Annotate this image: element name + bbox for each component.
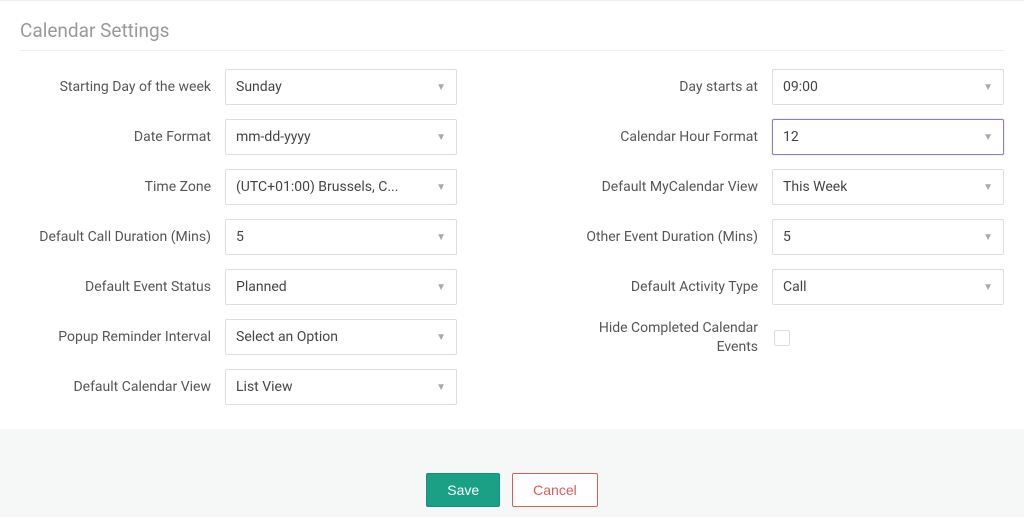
caret-down-icon: ▼ (436, 282, 446, 293)
label-day-starts: Day starts at (567, 78, 772, 97)
label-hide-completed: Hide Completed Calendar Events (567, 319, 772, 357)
select-hour-format[interactable]: 12 ▼ (772, 119, 1004, 155)
select-value: mm-dd-yyyy (236, 129, 311, 145)
caret-down-icon: ▼ (436, 182, 446, 193)
label-starting-day: Starting Day of the week (20, 78, 225, 97)
right-column: Day starts at 09:00 ▼ Calendar Hour Form… (567, 69, 1004, 405)
label-time-zone: Time Zone (20, 178, 225, 197)
caret-down-icon: ▼ (436, 132, 446, 143)
select-date-format[interactable]: mm-dd-yyyy ▼ (225, 119, 457, 155)
caret-down-icon: ▼ (983, 282, 993, 293)
row-hour-format: Calendar Hour Format 12 ▼ (567, 119, 1004, 155)
caret-down-icon: ▼ (983, 132, 993, 143)
checkbox-hide-completed[interactable] (774, 330, 790, 346)
select-value: 5 (783, 229, 791, 245)
select-value: (UTC+01:00) Brussels, C... (236, 179, 398, 195)
select-starting-day[interactable]: Sunday ▼ (225, 69, 457, 105)
row-calendar-view: Default Calendar View List View ▼ (20, 369, 457, 405)
row-day-starts: Day starts at 09:00 ▼ (567, 69, 1004, 105)
caret-down-icon: ▼ (983, 232, 993, 243)
row-starting-day: Starting Day of the week Sunday ▼ (20, 69, 457, 105)
row-event-status: Default Event Status Planned ▼ (20, 269, 457, 305)
footer-actions: Save Cancel (0, 429, 1024, 517)
select-popup-reminder[interactable]: Select an Option ▼ (225, 319, 457, 355)
label-hour-format: Calendar Hour Format (567, 128, 772, 147)
row-mycalendar-view: Default MyCalendar View This Week ▼ (567, 169, 1004, 205)
save-button[interactable]: Save (426, 473, 500, 507)
cancel-button[interactable]: Cancel (512, 473, 598, 507)
caret-down-icon: ▼ (436, 82, 446, 93)
row-time-zone: Time Zone (UTC+01:00) Brussels, C... ▼ (20, 169, 457, 205)
caret-down-icon: ▼ (436, 232, 446, 243)
row-popup-reminder: Popup Reminder Interval Select an Option… (20, 319, 457, 355)
label-other-duration: Other Event Duration (Mins) (567, 228, 772, 247)
select-value: 5 (236, 229, 244, 245)
label-activity-type: Default Activity Type (567, 278, 772, 297)
select-other-duration[interactable]: 5 ▼ (772, 219, 1004, 255)
left-column: Starting Day of the week Sunday ▼ Date F… (20, 69, 457, 405)
select-value: List View (236, 379, 293, 395)
select-value: Select an Option (236, 329, 338, 345)
divider (20, 50, 1004, 51)
select-value: This Week (783, 179, 847, 195)
label-event-status: Default Event Status (20, 278, 225, 297)
select-mycalendar-view[interactable]: This Week ▼ (772, 169, 1004, 205)
form-grid: Starting Day of the week Sunday ▼ Date F… (20, 69, 1004, 429)
label-mycalendar-view: Default MyCalendar View (567, 178, 772, 197)
row-call-duration: Default Call Duration (Mins) 5 ▼ (20, 219, 457, 255)
select-event-status[interactable]: Planned ▼ (225, 269, 457, 305)
select-time-zone[interactable]: (UTC+01:00) Brussels, C... ▼ (225, 169, 457, 205)
row-other-duration: Other Event Duration (Mins) 5 ▼ (567, 219, 1004, 255)
caret-down-icon: ▼ (436, 332, 446, 343)
caret-down-icon: ▼ (983, 182, 993, 193)
label-calendar-view: Default Calendar View (20, 378, 225, 397)
page-title: Calendar Settings (20, 19, 1004, 42)
select-value: 12 (783, 129, 799, 145)
select-calendar-view[interactable]: List View ▼ (225, 369, 457, 405)
row-hide-completed: Hide Completed Calendar Events (567, 319, 1004, 357)
select-call-duration[interactable]: 5 ▼ (225, 219, 457, 255)
select-day-starts[interactable]: 09:00 ▼ (772, 69, 1004, 105)
label-date-format: Date Format (20, 128, 225, 147)
row-date-format: Date Format mm-dd-yyyy ▼ (20, 119, 457, 155)
caret-down-icon: ▼ (436, 382, 446, 393)
select-value: Sunday (236, 79, 282, 95)
settings-panel: Calendar Settings Starting Day of the we… (0, 1, 1024, 429)
label-call-duration: Default Call Duration (Mins) (20, 228, 225, 247)
row-activity-type: Default Activity Type Call ▼ (567, 269, 1004, 305)
select-value: Planned (236, 279, 287, 295)
label-popup-reminder: Popup Reminder Interval (20, 328, 225, 347)
select-value: 09:00 (783, 79, 818, 95)
select-activity-type[interactable]: Call ▼ (772, 269, 1004, 305)
caret-down-icon: ▼ (983, 82, 993, 93)
select-value: Call (783, 279, 807, 295)
